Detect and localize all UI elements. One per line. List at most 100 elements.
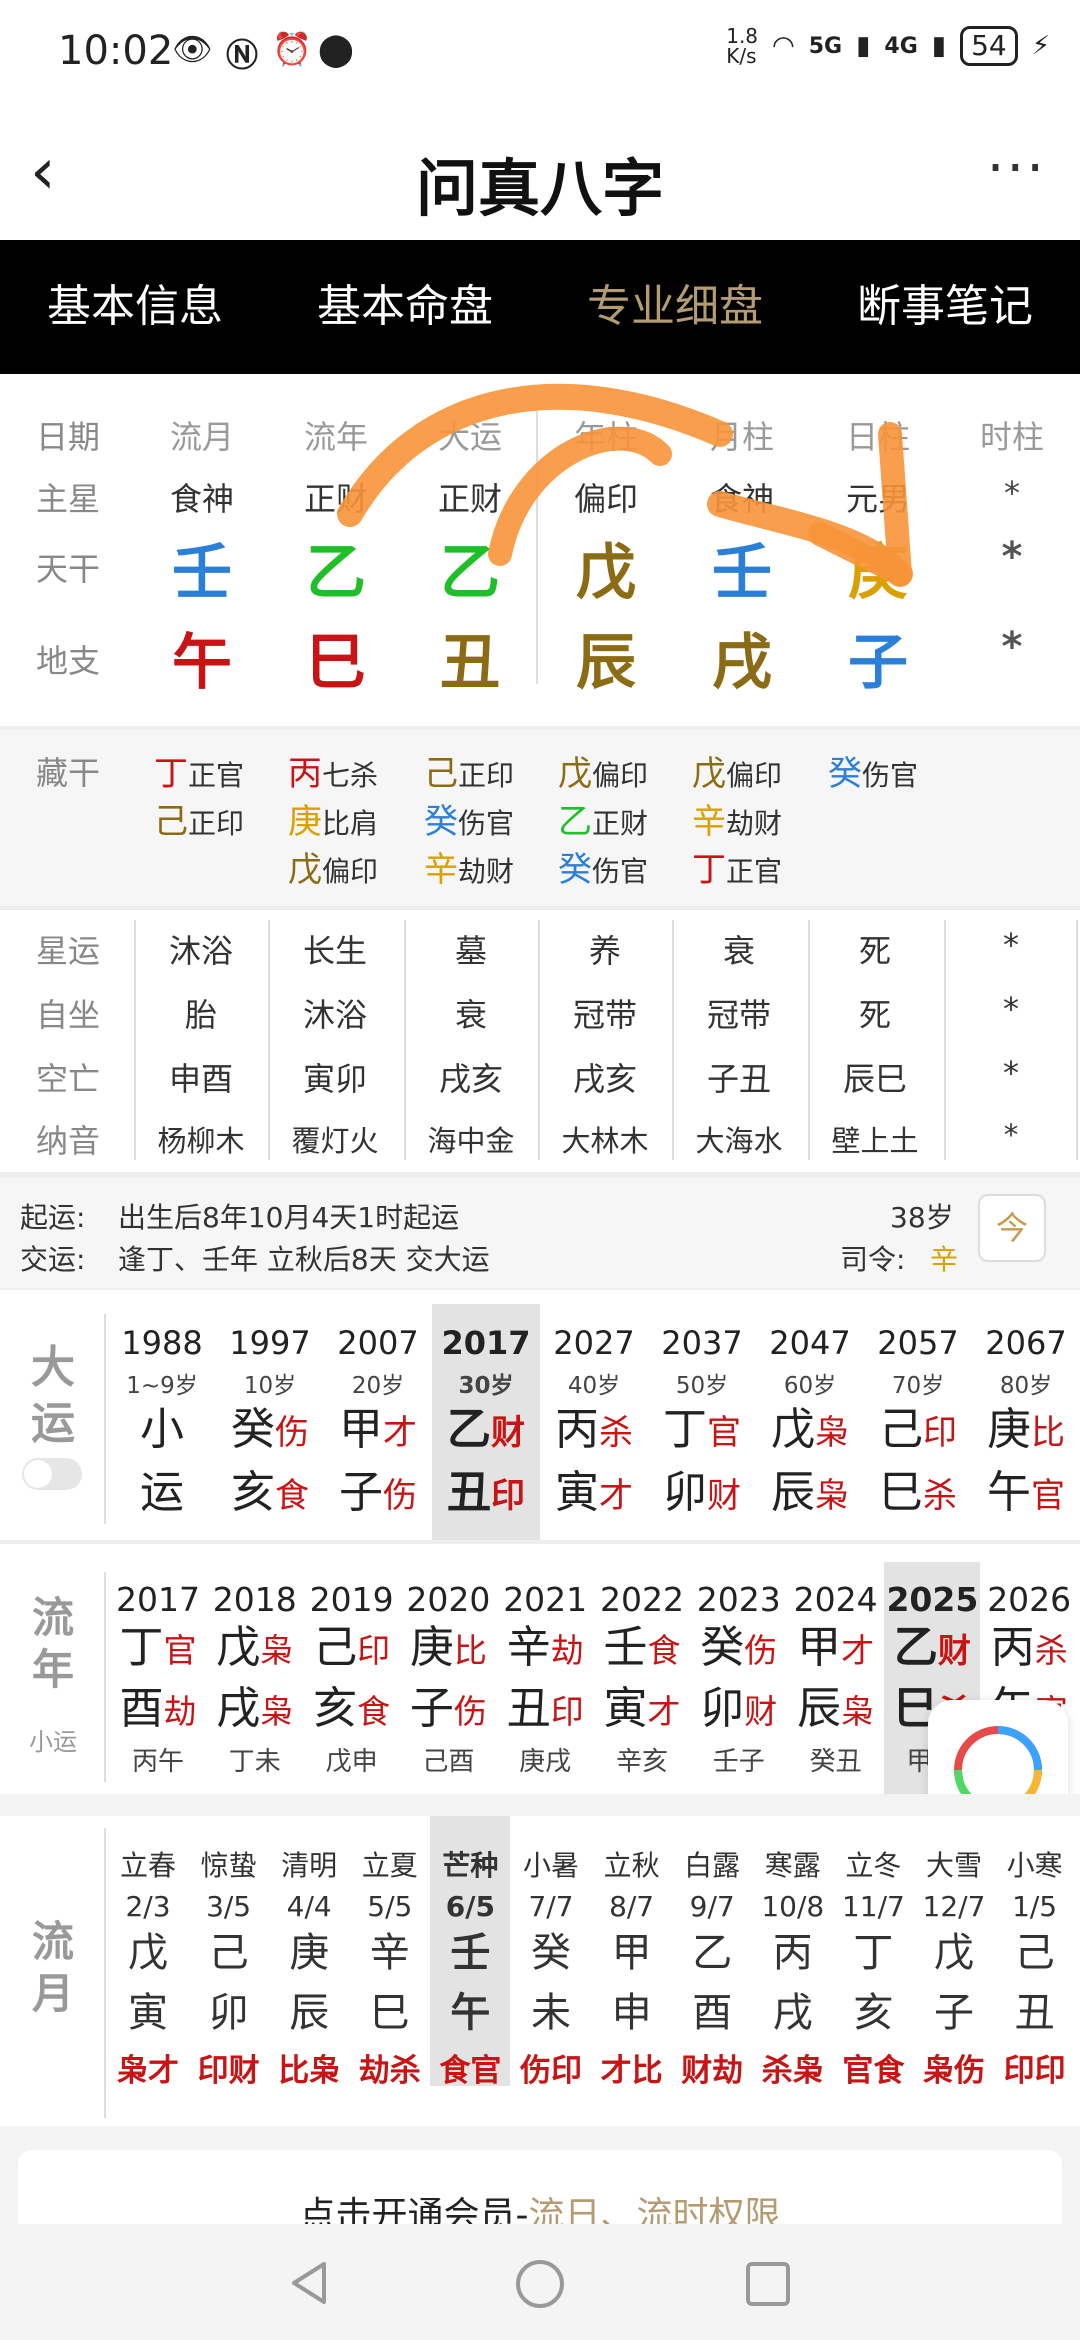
hidden-0-0: 丁正官 [154, 754, 245, 794]
siling-label: 司令: [840, 1243, 906, 1276]
location-icon: ⬤ [318, 30, 354, 68]
dayun-year: 2067 [985, 1324, 1067, 1362]
cell-r1-c4: 冠带 [706, 996, 771, 1034]
status-time: 10:02 [58, 28, 174, 74]
dayun-branch-god: 印 [491, 1476, 525, 1516]
liuyue-item[interactable]: 立夏 5/5 辛巳劫杀 [350, 1816, 430, 2089]
liuyue-gods: 财劫 [681, 2053, 744, 2089]
dayun-year: 1988 [121, 1324, 203, 1362]
liunian-branch-god: 财 [744, 1692, 778, 1731]
hidden-stems-section: 藏干 丁正官 己正印 丙七杀 庚比肩 戊偏印 己正印 癸伤官 辛劫财 戊偏印 乙… [0, 730, 1080, 906]
liunian-item[interactable]: 2023 癸伤 卯财 壬子 [691, 1562, 787, 1794]
liunian-branch-god: 枭 [260, 1692, 294, 1731]
liuyue-item[interactable]: 大雪 12/7 戊子枭伤 [914, 1816, 994, 2089]
xiaoyun-value: 壬子 [712, 1747, 765, 1777]
calendar-icon[interactable]: 今 [978, 1194, 1046, 1262]
liunian-item[interactable]: 2017 丁官 酉劫 丙午 [110, 1562, 206, 1794]
cell-r0-c1: 长生 [302, 932, 367, 970]
pillars-section: 日期 主星 天干 地支 流月 流年 大运 年柱 月柱 日柱 时柱 食神 正财 正… [0, 374, 1080, 728]
status-right: 1.8 K/s ◠ 5G ▮ 4G ▮ 54 ⚡ [726, 26, 1050, 66]
liuyue-gods: 食官 [439, 2053, 502, 2089]
dayun-item[interactable]: 2047 60岁 戊枭 辰枭 [756, 1304, 864, 1540]
liuyue-date: 3/5 [206, 1890, 252, 1923]
liuyue-item[interactable]: 清明 4/4 庚辰比枭 [269, 1816, 349, 2089]
dayun-item[interactable]: 2067 80岁 庚比 午官 [972, 1304, 1080, 1540]
liunian-item[interactable]: 2020 庚比 子伤 己酉 [400, 1562, 496, 1794]
dayun-item[interactable]: 2017 30岁 乙财 丑印 [432, 1304, 540, 1540]
dayun-label: 大运 [31, 1342, 75, 1449]
recents-square-icon[interactable] [744, 2260, 792, 2308]
dayun-branch: 卯 [663, 1467, 707, 1518]
home-circle-icon[interactable] [514, 2258, 566, 2310]
hidden-4-1: 辛劫财 [692, 802, 783, 842]
liuyue-solar-term: 小寒 [1006, 1849, 1063, 1882]
liunian-stem: 丙 [990, 1622, 1035, 1673]
dayun-branch-god: 才 [599, 1476, 633, 1516]
liunian-item[interactable]: 2019 己印 亥食 戊申 [304, 1562, 400, 1794]
liuyue-branch: 酉 [692, 1990, 733, 2036]
liunian-item[interactable]: 2021 辛劫 丑印 庚戌 [497, 1562, 593, 1794]
signal-5g: 5G [808, 33, 843, 59]
liunian-stem: 乙 [893, 1622, 938, 1673]
liuyue-item[interactable]: 芒种 6/5 壬午食官 [430, 1816, 511, 2089]
signal-icon: ▮ [856, 31, 871, 61]
liuyue-branch: 未 [531, 1990, 571, 2036]
dayun-item[interactable]: 2057 70岁 己印 巳杀 [864, 1304, 972, 1540]
hidden-1-0: 丙七杀 [288, 754, 379, 794]
liunian-stem-god: 印 [357, 1631, 391, 1670]
liuyue-item[interactable]: 立秋 8/7 甲申才比 [592, 1816, 672, 2089]
dayun-item[interactable]: 2007 20岁 甲才 子伤 [324, 1304, 432, 1540]
liuyue-item[interactable]: 小暑 7/7 癸未伤印 [511, 1816, 591, 2089]
liuyue-branch: 子 [934, 1990, 974, 2036]
liuyue-gods: 枭才 [117, 2053, 179, 2089]
liuyue-item[interactable]: 立春 2/3 戊寅枭才 [108, 1816, 188, 2089]
hidden-5-0: 癸伤官 [828, 754, 919, 794]
liunian-stem-god: 食 [647, 1631, 681, 1670]
liunian-item[interactable]: 2022 壬食 寅才 辛亥 [594, 1562, 690, 1794]
liuyue-date: 6/5 [445, 1890, 495, 1923]
charging-icon: ⚡ [1031, 31, 1050, 61]
liuyue-solar-term: 惊蛰 [200, 1849, 257, 1882]
liunian-item[interactable]: 2024 甲才 辰枭 癸丑 [788, 1562, 884, 1794]
dayun-year: 2017 [441, 1324, 531, 1362]
dayun-branch: 运 [140, 1467, 184, 1518]
dayun-item[interactable]: 2027 40岁 丙杀 寅才 [540, 1304, 648, 1540]
liuyue-date: 2/3 [125, 1890, 171, 1923]
more-icon[interactable]: ··· [987, 136, 1046, 201]
liuyue-item[interactable]: 惊蛰 3/5 己卯印财 [189, 1816, 269, 2089]
liunian-year: 2023 [696, 1580, 781, 1619]
liunian-branch: 寅 [603, 1683, 648, 1734]
dayun-stem: 丙 [555, 1404, 599, 1455]
tab-basic-info[interactable]: 基本信息 [0, 240, 270, 374]
fortune-table: 星运 自坐 空亡 纳音 沐浴 长生 墓 养 衰 死 * 胎 沐浴 衰 冠带 冠带… [0, 910, 1080, 1172]
liunian-item[interactable]: 2018 戊枭 戌枭 丁未 [207, 1562, 303, 1794]
liuyue-branch: 寅 [128, 1990, 168, 2036]
liunian-stem-god: 杀 [1034, 1631, 1068, 1670]
liuyue-gods: 杀枭 [761, 2053, 824, 2089]
liuyue-stem: 丙 [772, 1930, 813, 1976]
liunian-stem-god: 才 [841, 1631, 875, 1670]
dayun-item[interactable]: 2037 50岁 丁官 卯财 [648, 1304, 756, 1540]
dayun-stem: 己 [879, 1404, 923, 1455]
dayun-branch: 亥 [231, 1467, 275, 1518]
dayun-age: 60岁 [783, 1373, 837, 1399]
alarm-icon: ⏰ [272, 30, 312, 68]
liunian-branch: 戌 [216, 1683, 261, 1734]
tab-notes[interactable]: 断事笔记 [810, 240, 1080, 374]
dayun-item[interactable]: 1997 10岁 癸伤 亥食 [216, 1304, 324, 1540]
liuyue-gods: 官食 [842, 2053, 905, 2089]
liuyue-item[interactable]: 白露 9/7 乙酉财劫 [672, 1816, 752, 2089]
liuyue-item[interactable]: 立冬 11/7 丁亥官食 [833, 1816, 913, 2089]
back-triangle-icon[interactable] [284, 2258, 334, 2308]
tab-pro-chart[interactable]: 专业细盘 [540, 240, 810, 374]
liuyue-item[interactable]: 小寒 1/5 己丑印印 [995, 1816, 1075, 2089]
dayun-branch: 丑 [447, 1467, 491, 1518]
liuyue-item[interactable]: 寒露 10/8 丙戌杀枭 [753, 1816, 833, 2089]
row-label-kongwang: 空亡 [35, 1060, 100, 1098]
tab-basic-chart[interactable]: 基本命盘 [270, 240, 540, 374]
dayun-toggle[interactable] [22, 1458, 82, 1490]
dayun-item[interactable]: 1988 1~9岁小运 [108, 1304, 216, 1540]
liuyue-solar-term: 白露 [684, 1849, 741, 1882]
dayun-year: 2027 [553, 1324, 635, 1362]
liunian-year: 2024 [793, 1580, 878, 1619]
